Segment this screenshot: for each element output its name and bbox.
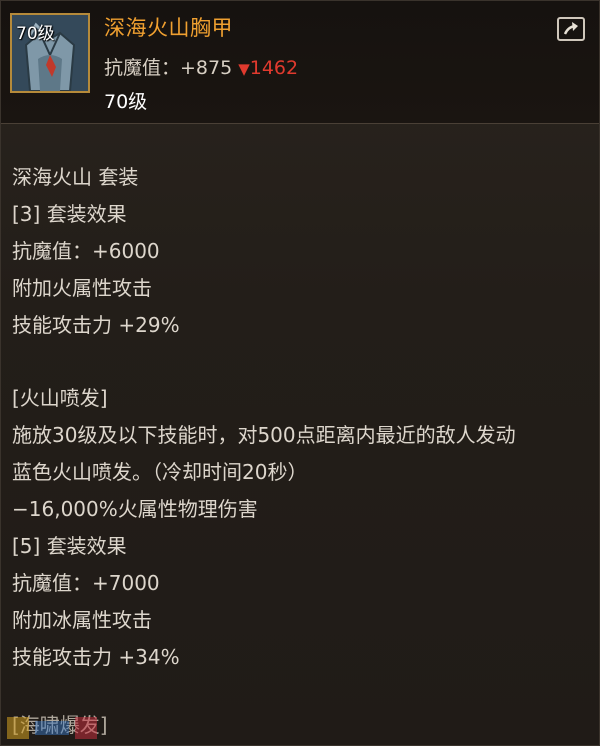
watermark-logo (7, 717, 97, 739)
item-name: 深海火山胸甲 (104, 16, 233, 40)
down-arrow-icon: ▼ (238, 60, 250, 78)
stat-label: 抗魔值： (104, 57, 181, 79)
set-bonus-3-line: 抗魔值：+6000 (12, 239, 160, 263)
share-icon (563, 22, 578, 35)
anti-magic-stat: 抗魔值：+875 ▼1462 (104, 53, 298, 80)
set-bonus-3-line: 技能攻击力 +29% (12, 313, 180, 337)
set-bonus-5-line: 附加冰属性攻击 (12, 608, 152, 632)
set-bonus-5-title: [5] 套装效果 (12, 534, 127, 558)
set-bonus-3-line: 附加火属性攻击 (12, 276, 152, 300)
set-description: 深海火山 套装 [3] 套装效果 抗魔值：+6000 附加火属性攻击 技能攻击力… (12, 159, 589, 676)
set-bonus-3-title: [3] 套装效果 (12, 202, 127, 226)
set-name: 深海火山 套装 (12, 165, 139, 189)
set-bonus-5-line: 抗魔值：+7000 (12, 571, 160, 595)
effect-line: 蓝色火山喷发。（冷却时间20秒） (12, 460, 308, 484)
stat-diff: 1462 (249, 57, 299, 79)
effect-line: 施放30级及以下技能时，对500点距离内最近的敌人发动 (12, 423, 516, 447)
chest-armor-icon[interactable]: 70级 (10, 13, 90, 93)
set-bonus-5-line: 技能攻击力 +34% (12, 645, 180, 669)
item-tooltip: 70级 深海火山胸甲 抗魔值：+875 ▼1462 70级 深海火山 套装 [3]… (0, 0, 600, 746)
share-button[interactable] (557, 17, 585, 41)
stat-value: +875 (180, 57, 233, 79)
effect-line: −16,000%火属性物理伤害 (12, 497, 258, 521)
effect-title: [火山喷发] (12, 386, 108, 410)
item-level: 70级 (104, 91, 148, 113)
tooltip-header: 70级 深海火山胸甲 抗魔值：+875 ▼1462 70级 (1, 1, 599, 124)
icon-level-badge: 70级 (16, 24, 55, 44)
